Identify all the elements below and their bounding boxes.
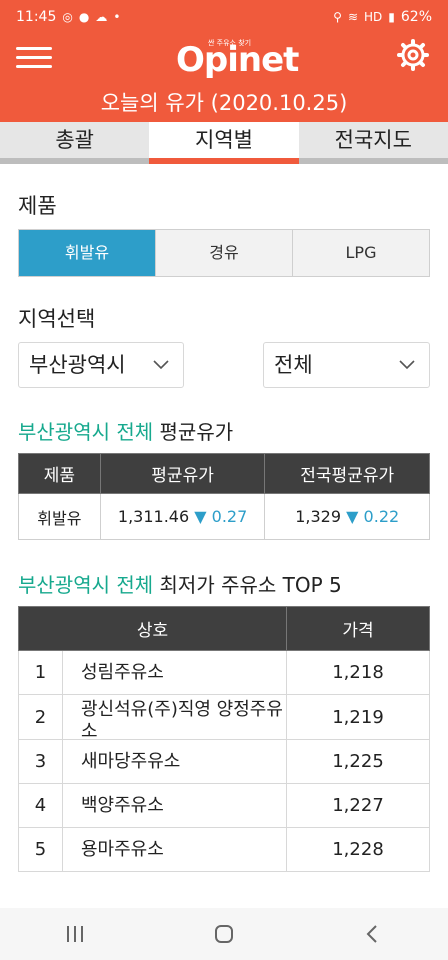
wifi-icon: ≋ [347, 10, 358, 24]
station-name: 광신석유(주)직영 양정주유소 [81, 699, 283, 739]
district-select-value: 전체 [274, 353, 313, 377]
station-price: 1,225 [286, 739, 430, 784]
top5-station-table: 상호 가격 1 성림주유소 1,218 2 광신석유(주)직영 양정주유소 1,… [18, 606, 430, 872]
product-lpg-button[interactable]: LPG [293, 230, 429, 276]
column-header-national-average: 전국평균유가 [264, 453, 430, 494]
instagram-icon: ◎ [62, 10, 73, 24]
national-price-change: 0.22 [363, 507, 400, 526]
station-name[interactable]: 용마주유소 [62, 827, 287, 872]
tab-regional[interactable]: 지역별 [149, 122, 299, 164]
top5-heading-region: 부산광역시 전체 [18, 573, 154, 597]
page-title: 오늘의 유가 (2020.10.25) [0, 84, 448, 122]
hamburger-menu-icon[interactable] [16, 42, 52, 72]
app-header: 싼 주유소 찾기 Opinet [0, 34, 448, 84]
column-header-product: 제품 [18, 453, 101, 494]
national-price-cell: 1,329 ▼ 0.22 [264, 493, 430, 540]
down-arrow-icon: ▼ [346, 507, 359, 526]
top5-heading: 부산광역시 전체 최저가 주유소 TOP 5 [18, 569, 342, 598]
home-icon[interactable] [213, 923, 235, 945]
chevron-down-icon [399, 360, 415, 370]
average-price-change: 0.27 [211, 507, 248, 526]
product-label: 제품 [18, 194, 57, 218]
station-name[interactable]: 새마당주유소 [62, 739, 287, 784]
back-icon[interactable] [362, 923, 384, 945]
city-select[interactable]: 부산광역시 [18, 342, 184, 388]
system-nav-bar [0, 908, 448, 960]
tab-summary[interactable]: 총괄 [0, 122, 150, 164]
table-row[interactable]: 1 성림주유소 1,218 [18, 650, 430, 695]
row-product: 휘발유 [18, 493, 101, 540]
table-row[interactable]: 4 백양주유소 1,227 [18, 783, 430, 828]
average-price-heading: 부산광역시 전체 평균유가 [18, 416, 233, 445]
product-selector: 휘발유 경유 LPG [18, 229, 430, 277]
station-price: 1,227 [286, 783, 430, 828]
station-rank: 5 [18, 827, 63, 872]
column-header-station-name: 상호 [18, 606, 287, 651]
recent-apps-icon[interactable] [64, 924, 86, 944]
city-select-value: 부산광역시 [29, 353, 126, 377]
battery-level: 62% [400, 9, 432, 25]
gear-icon[interactable] [396, 38, 430, 72]
chevron-down-icon [153, 360, 169, 370]
network-label: HD [364, 10, 383, 24]
station-name[interactable]: 성림주유소 [62, 650, 287, 695]
region-label: 지역선택 [18, 307, 96, 331]
top5-heading-text: 최저가 주유소 TOP 5 [153, 573, 342, 597]
location-icon: ⚲ [333, 10, 342, 24]
station-name-cell[interactable]: 광신석유(주)직영 양정주유소 [62, 694, 287, 740]
table-row[interactable]: 5 용마주유소 1,228 [18, 827, 430, 872]
station-price: 1,218 [286, 650, 430, 695]
table-row: 휘발유 1,311.46 ▼ 0.27 1,329 ▼ 0.22 [18, 493, 430, 540]
product-gasoline-button[interactable]: 휘발유 [19, 230, 156, 276]
average-price-cell: 1,311.46 ▼ 0.27 [99, 493, 266, 540]
tab-national-map[interactable]: 전국지도 [298, 122, 448, 164]
average-price-value: 1,311.46 [117, 507, 190, 526]
cloud-icon: ☁ [95, 10, 108, 24]
dot-icon: • [113, 10, 121, 24]
station-price: 1,228 [286, 827, 430, 872]
district-select[interactable]: 전체 [263, 342, 430, 388]
logo-text: Opinet [176, 40, 299, 80]
down-arrow-icon: ▼ [194, 507, 207, 526]
column-header-price: 가격 [286, 606, 430, 651]
station-name[interactable]: 백양주유소 [62, 783, 287, 828]
average-heading-region: 부산광역시 전체 [18, 420, 154, 444]
station-rank: 3 [18, 739, 63, 784]
average-price-table: 제품 평균유가 전국평균유가 휘발유 1,311.46 ▼ 0.27 1,329… [18, 453, 430, 540]
product-diesel-button[interactable]: 경유 [156, 230, 293, 276]
chat-icon: ● [78, 10, 90, 24]
average-heading-text: 평균유가 [153, 420, 234, 444]
station-price: 1,219 [286, 694, 430, 740]
signal-icon: ▮ [388, 10, 395, 24]
table-row[interactable]: 3 새마당주유소 1,225 [18, 739, 430, 784]
table-row[interactable]: 2 광신석유(주)직영 양정주유소 1,219 [18, 694, 430, 740]
station-rank: 4 [18, 783, 63, 828]
station-rank: 2 [18, 694, 63, 740]
status-bar: 11:45 ◎ ● ☁ • ⚲ ≋ HD ▮ 62% [0, 0, 448, 34]
tab-bar: 총괄 지역별 전국지도 [0, 122, 448, 164]
station-rank: 1 [18, 650, 63, 695]
column-header-average: 평균유가 [99, 453, 266, 494]
status-time: 11:45 [16, 9, 57, 25]
national-price-value: 1,329 [295, 507, 342, 526]
app-logo[interactable]: 싼 주유소 찾기 Opinet [176, 36, 299, 82]
